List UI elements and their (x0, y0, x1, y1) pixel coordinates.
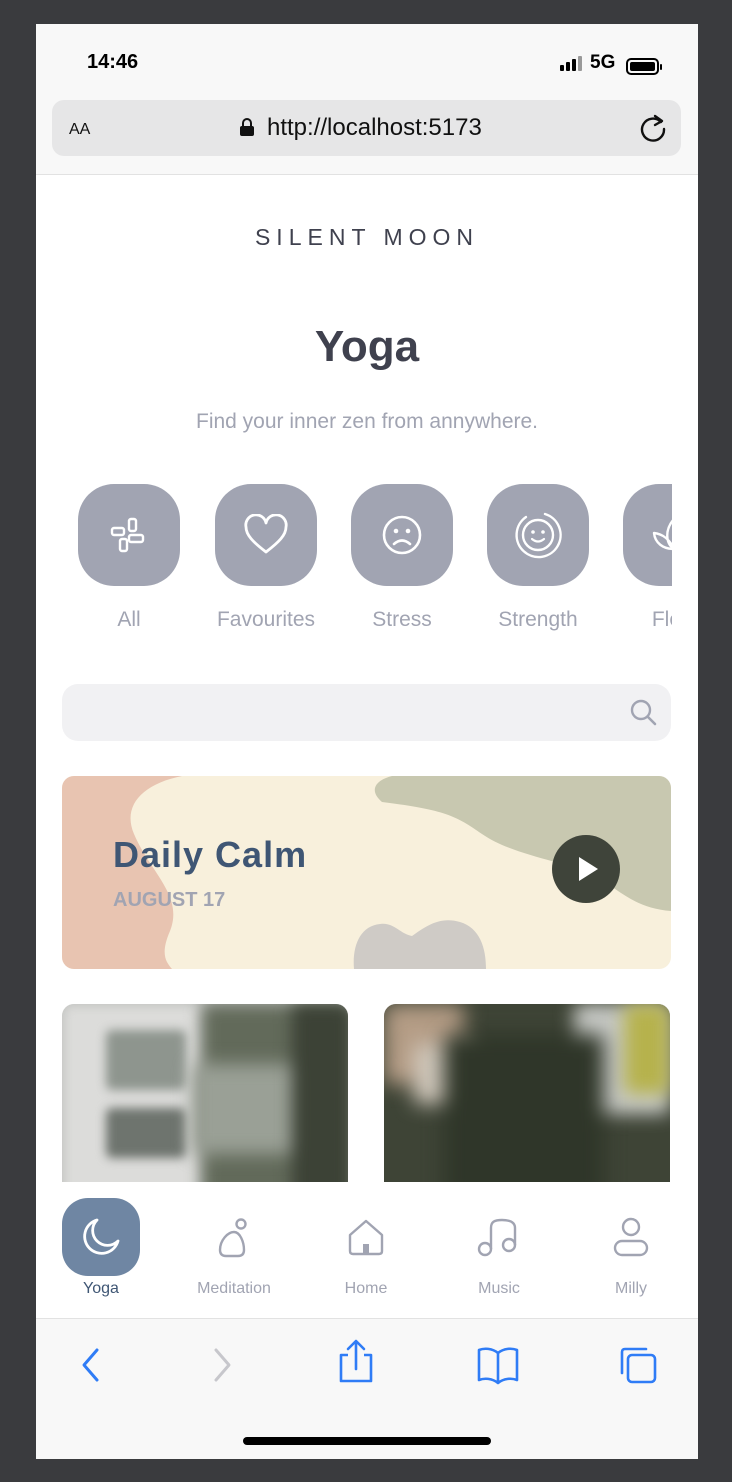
music-icon (477, 1218, 517, 1257)
bookmarks-icon[interactable] (476, 1345, 520, 1385)
category-strength[interactable]: Strength (487, 484, 589, 632)
category-flexibility[interactable]: Flexi (623, 484, 672, 632)
lock-icon (240, 118, 254, 136)
network-label: 5G (590, 52, 616, 73)
tab-icon-wrap[interactable] (460, 1198, 538, 1276)
tab-label: Milly (615, 1280, 647, 1297)
tab-label: Yoga (83, 1280, 119, 1297)
tab-meditation[interactable]: Meditation (174, 1198, 294, 1298)
category-label: Flexi (651, 608, 672, 631)
category-tile[interactable] (215, 484, 317, 586)
page-title: Yoga (314, 322, 420, 371)
forward-icon[interactable] (199, 1345, 243, 1385)
category-label: Strength (498, 608, 578, 631)
lotus-icon (652, 519, 672, 551)
phone-screen: 14:46 5G AA http://localhost:5173 SILENT… (36, 24, 698, 1459)
status-bar: 14:46 5G (36, 24, 698, 100)
heart-icon (244, 514, 288, 554)
tab-icon-wrap[interactable] (327, 1198, 405, 1276)
brand-logo-text: SILENT MOON (254, 224, 480, 250)
tab-profile[interactable]: Milly (571, 1198, 691, 1298)
tab-yoga[interactable]: Yoga (41, 1198, 161, 1298)
address-bar[interactable]: AA http://localhost:5173 (52, 100, 681, 156)
search-input[interactable] (62, 684, 671, 741)
search-icon[interactable] (629, 698, 657, 726)
tab-music[interactable]: Music (439, 1198, 559, 1298)
meditation-icon (218, 1218, 247, 1258)
tab-icon-wrap[interactable] (195, 1198, 273, 1276)
profile-icon (613, 1217, 649, 1257)
category-label: Stress (372, 608, 432, 631)
bottom-navigation: Yoga Meditation Home Music Milly (36, 1182, 698, 1318)
status-time: 14:46 (87, 51, 139, 73)
tab-icon-wrap[interactable] (592, 1198, 670, 1276)
sad-face-icon (382, 515, 422, 555)
page-subtitle: Find your inner zen from annywhere. (196, 410, 538, 433)
video-card[interactable] (62, 1004, 348, 1204)
banner-date: AUGUST 17 (113, 889, 226, 911)
reload-icon[interactable] (637, 112, 669, 144)
banner-title: Daily Calm (113, 834, 308, 875)
moon-icon (83, 1218, 120, 1255)
home-icon (348, 1219, 384, 1256)
url-text[interactable]: http://localhost:5173 (267, 114, 482, 142)
category-tile[interactable] (487, 484, 589, 586)
category-list: All Favourites Stress Strength Fl (78, 484, 672, 644)
smile-circle-icon (515, 512, 562, 559)
category-tile[interactable] (78, 484, 180, 586)
signal-icon (560, 56, 582, 71)
home-indicator (243, 1437, 491, 1445)
category-label: All (117, 608, 141, 631)
browser-address-area: AA http://localhost:5173 (36, 100, 698, 175)
tabs-icon[interactable] (616, 1345, 660, 1385)
tab-label: Meditation (197, 1280, 271, 1297)
category-label: Favourites (216, 608, 316, 631)
category-tile[interactable] (351, 484, 453, 586)
back-icon[interactable] (70, 1345, 114, 1385)
category-all[interactable]: All (78, 484, 180, 632)
text-size-button[interactable]: AA (69, 117, 90, 140)
daily-calm-card[interactable]: Daily Calm AUGUST 17 (62, 776, 671, 969)
share-icon[interactable] (334, 1339, 378, 1385)
category-stress[interactable]: Stress (351, 484, 453, 632)
browser-toolbar (36, 1318, 698, 1459)
tab-label: Music (478, 1280, 520, 1297)
play-button[interactable] (552, 835, 620, 903)
tab-home[interactable]: Home (306, 1198, 426, 1298)
battery-icon (626, 58, 662, 75)
video-card[interactable] (384, 1004, 670, 1204)
tab-icon-wrap[interactable] (62, 1198, 140, 1276)
category-tile[interactable] (623, 484, 672, 586)
tab-label: Home (344, 1280, 388, 1297)
category-favourites[interactable]: Favourites (215, 484, 317, 632)
grid-icon (110, 517, 145, 553)
